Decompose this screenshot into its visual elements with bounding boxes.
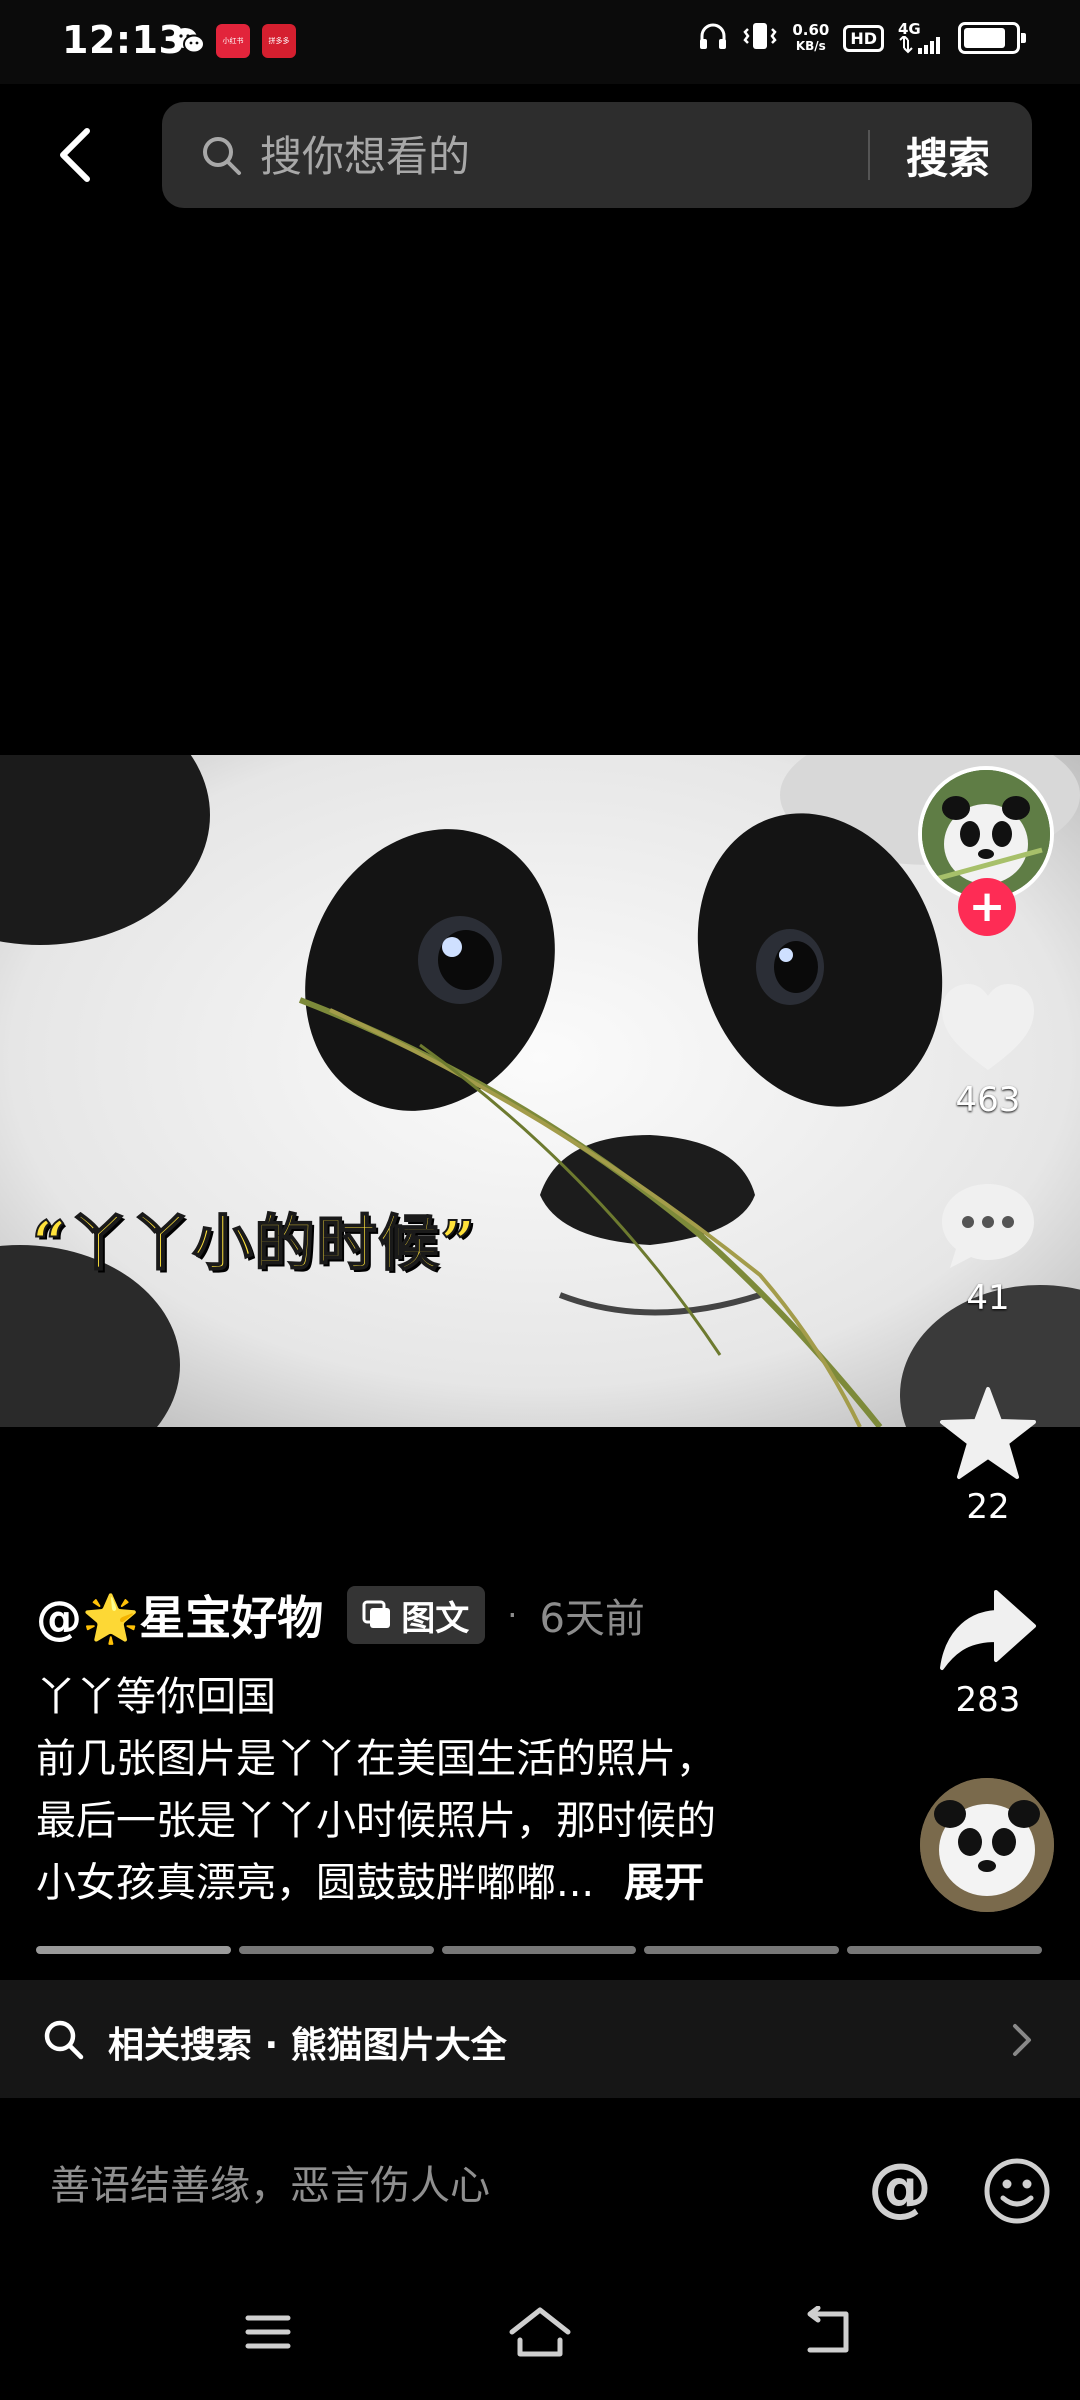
nav-home-button[interactable] [506,2304,574,2364]
follow-button[interactable]: + [958,878,1016,936]
emoji-button[interactable] [982,2156,1052,2226]
notification-app-icon: 小红书 [216,24,250,58]
author-name[interactable]: @🌟星宝好物 [36,1582,323,1648]
search-icon [200,134,244,182]
post-meta: @🌟星宝好物 图文 · 6天前 [36,1582,645,1648]
nav-back-button[interactable] [800,2305,856,2362]
like-count: 463 [955,1080,1021,1120]
comment-button[interactable]: 41 [918,1180,1058,1318]
share-button[interactable]: 283 [918,1588,1058,1720]
search-icon [42,2018,86,2066]
headphones-icon [698,21,728,55]
expand-button[interactable]: 展开 [624,1860,704,1906]
vibrate-icon [742,20,778,56]
post-time: 6天前 [539,1596,645,1642]
chevron-right-icon [1010,2022,1034,2062]
status-icons: 0.60 KB/s HD 4G [698,20,1026,56]
search-divider [868,130,870,180]
photo-caption: “丫丫小的时候” [31,1208,478,1280]
comment-input[interactable] [48,2150,832,2222]
nav-menu-button[interactable] [244,2312,292,2356]
comment-count: 41 [966,1278,1010,1318]
favorite-button[interactable]: 22 [918,1385,1058,1527]
post-line-4: 小女孩真漂亮，圆鼓鼓胖嘟嘟... [36,1860,595,1906]
like-button[interactable]: 463 [918,982,1058,1120]
comment-icon [942,1184,1034,1268]
image-carousel-indicator [36,1946,1042,1954]
share-arrow-icon [940,1590,1036,1670]
hd-badge: HD [843,24,884,52]
status-time: 12:13 [62,18,186,62]
wechat-icon [172,24,206,58]
post-description: 丫丫等你回国 前几张图片是丫丫在美国生活的照片， 最后一张是丫丫小时候照片，那时… [36,1666,876,1914]
heart-icon [942,984,1034,1070]
smiley-icon [984,2158,1050,2224]
search-button[interactable]: 搜索 [888,124,1008,186]
carousel-segment [441,1946,637,1954]
carousel-segment [36,1946,231,1954]
carousel-segment [238,1946,434,1954]
star-icon [940,1387,1036,1479]
music-disc[interactable] [920,1778,1054,1912]
back-icon [807,2305,849,2353]
chevron-left-icon [60,128,90,182]
home-icon [509,2307,571,2357]
search-input[interactable] [258,124,852,188]
battery-icon [958,22,1026,54]
image-text-icon [362,1600,391,1628]
related-search-label[interactable]: 相关搜索 · 熊猫图片大全 [108,2016,507,2068]
network-speed: 0.60 KB/s [792,21,830,53]
meta-separator: · [507,1596,518,1634]
notification-app-icon-2: 拼多多 [262,24,296,58]
post-line-2: 前几张图片是丫丫在美国生活的照片， [36,1736,716,1782]
share-count: 283 [955,1680,1021,1720]
post-line-3: 最后一张是丫丫小时候照片，那时候的 [36,1798,716,1844]
post-type-badge: 图文 [347,1586,486,1644]
menu-icon [245,2315,291,2349]
carousel-segment [644,1946,840,1954]
favorite-count: 22 [966,1487,1010,1527]
mention-button[interactable]: @ [862,2150,938,2226]
post-line-1: 丫丫等你回国 [36,1674,276,1720]
carousel-segment [847,1946,1042,1954]
back-button[interactable] [40,120,110,190]
signal-icon: 4G [898,22,944,54]
